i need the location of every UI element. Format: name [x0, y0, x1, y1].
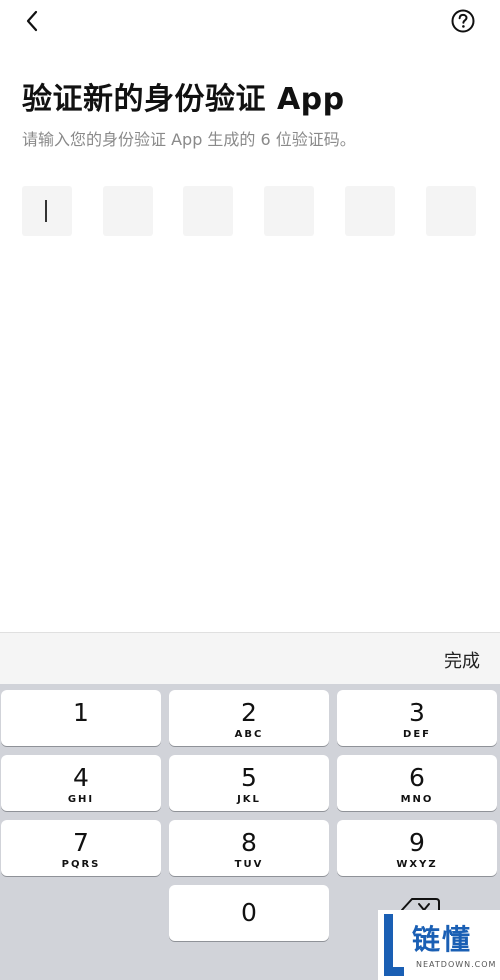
- otp-digit-box-2[interactable]: [103, 186, 153, 236]
- top-bar: [0, 0, 500, 44]
- done-button[interactable]: 完成: [444, 647, 480, 673]
- question-circle-icon: [451, 9, 475, 33]
- key-digit: 5: [241, 763, 257, 792]
- key-letters: ABC: [234, 729, 264, 740]
- key-letters: GHI: [67, 794, 95, 805]
- page-subtitle: 请输入您的身份验证 App 生成的 6 位验证码。: [22, 130, 356, 149]
- key-0[interactable]: 0: [169, 885, 329, 941]
- page-title: 验证新的身份验证 App: [22, 82, 345, 117]
- key-6[interactable]: 6 MNO: [337, 755, 497, 811]
- key-digit: 6: [409, 763, 425, 792]
- key-digit: 9: [409, 828, 425, 857]
- key-5[interactable]: 5 JKL: [169, 755, 329, 811]
- otp-input-row: [22, 186, 478, 236]
- key-letters: MNO: [400, 794, 434, 805]
- key-3[interactable]: 3 DEF: [337, 690, 497, 746]
- key-7[interactable]: 7 PQRS: [1, 820, 161, 876]
- key-letters: PQRS: [61, 859, 101, 870]
- key-digit: 1: [73, 698, 89, 727]
- key-letters: JKL: [237, 794, 261, 805]
- key-1[interactable]: 1: [1, 690, 161, 746]
- key-digit: 8: [241, 828, 257, 857]
- chevron-left-icon: [26, 10, 38, 32]
- otp-digit-box-1[interactable]: [22, 186, 72, 236]
- key-digit: 0: [241, 898, 257, 927]
- otp-digit-box-4[interactable]: [264, 186, 314, 236]
- text-cursor: [45, 200, 47, 222]
- key-9[interactable]: 9 WXYZ: [337, 820, 497, 876]
- key-letters: TUV: [234, 859, 264, 870]
- watermark-text: 链懂: [412, 923, 473, 956]
- key-digit: 7: [73, 828, 89, 857]
- key-8[interactable]: 8 TUV: [169, 820, 329, 876]
- back-button[interactable]: [18, 6, 48, 36]
- keyboard-accessory-bar: 完成: [0, 632, 500, 685]
- key-4[interactable]: 4 GHI: [1, 755, 161, 811]
- otp-digit-box-3[interactable]: [183, 186, 233, 236]
- key-digit: 4: [73, 763, 89, 792]
- key-letters: WXYZ: [396, 859, 438, 870]
- watermark-subtext: NEATDOWN.COM: [416, 960, 497, 969]
- key-digit: 2: [241, 698, 257, 727]
- otp-digit-box-5[interactable]: [345, 186, 395, 236]
- key-2[interactable]: 2 ABC: [169, 690, 329, 746]
- help-button[interactable]: [448, 6, 478, 36]
- watermark-l-icon: [384, 914, 404, 976]
- key-letters: DEF: [403, 729, 431, 740]
- watermark-logo: 链懂 NEATDOWN.COM: [378, 910, 500, 980]
- key-digit: 3: [409, 698, 425, 727]
- otp-digit-box-6[interactable]: [426, 186, 476, 236]
